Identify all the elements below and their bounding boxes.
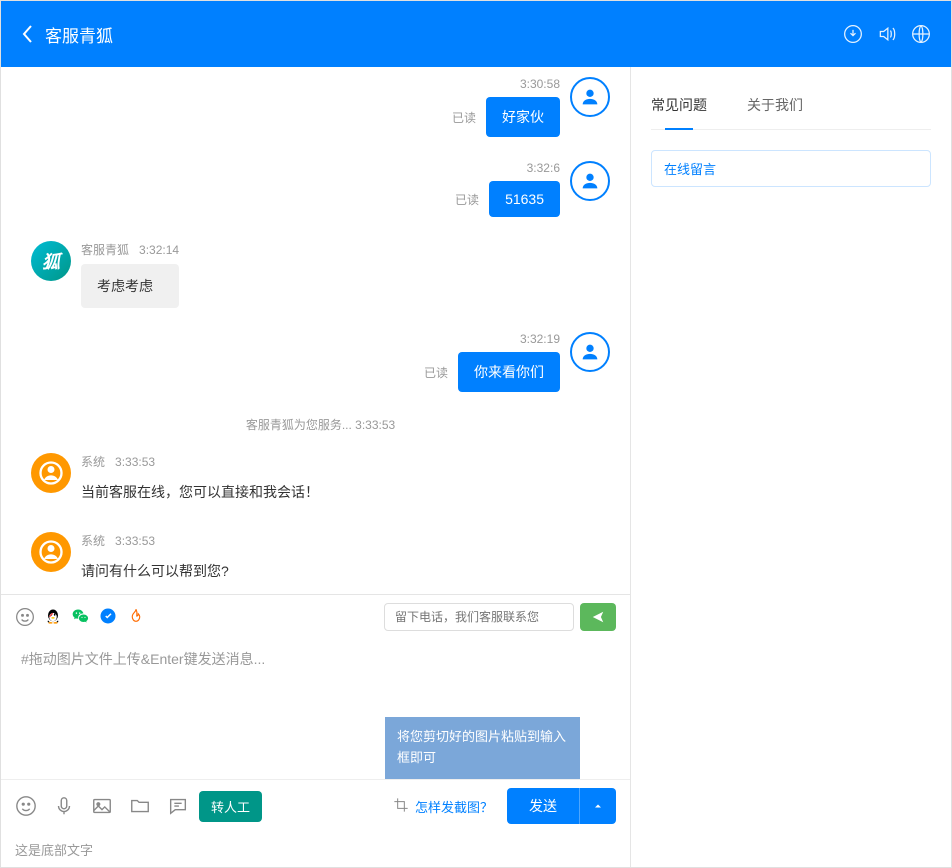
- qq-icon[interactable]: [43, 607, 63, 627]
- message-time: 3:32:19: [520, 332, 560, 346]
- read-status: 已读: [424, 364, 448, 381]
- user-avatar: [570, 332, 610, 372]
- wechat-icon[interactable]: [71, 607, 91, 627]
- message-meta: 系统3:33:53: [81, 453, 319, 470]
- message-incoming: 狐客服青狐3:32:14 考虑考虑: [31, 241, 610, 308]
- message-bubble: 当前客服在线，您可以直接和我会话！: [81, 476, 319, 508]
- system-notice: 客服青狐为您服务... 3:33:53: [31, 416, 610, 433]
- side-panel: 常见问题关于我们 在线留言: [631, 67, 951, 867]
- side-tab[interactable]: 常见问题: [651, 87, 707, 129]
- bottom-bar: 转人工 怎样发截图？ 发送: [1, 779, 630, 832]
- paste-tooltip: 将您剪切好的图片粘贴到输入框即可: [385, 717, 580, 779]
- message-outgoing: 3:32:19 已读你来看你们: [31, 332, 610, 392]
- screenshot-hint-link[interactable]: 怎样发截图？: [415, 797, 493, 816]
- message-bubble: 你来看你们: [458, 352, 560, 392]
- system-avatar: [31, 532, 71, 572]
- footer-text: 这是底部文字: [1, 832, 630, 867]
- user-avatar: [570, 77, 610, 117]
- transfer-human-button[interactable]: 转人工: [199, 791, 262, 822]
- message-outgoing: 3:32:6 已读 51635: [31, 161, 610, 217]
- message-input[interactable]: #拖动图片文件上传&Enter键发送消息... 将您剪切好的图片粘贴到输入框即可: [1, 639, 630, 779]
- toolbar: [1, 594, 630, 639]
- side-tab[interactable]: 关于我们: [747, 87, 803, 129]
- system-avatar: [31, 453, 71, 493]
- send-button[interactable]: 发送: [507, 788, 579, 824]
- phone-send-button[interactable]: [580, 603, 616, 631]
- phone-input[interactable]: [384, 603, 574, 631]
- image-icon[interactable]: [91, 795, 113, 817]
- globe-icon[interactable]: [911, 24, 931, 44]
- message-outgoing: 3:30:58 已读好家伙: [31, 77, 610, 137]
- message-meta: 系统3:33:53: [81, 532, 229, 549]
- message-system: 系统3:33:53 当前客服在线，您可以直接和我会话！: [31, 453, 610, 508]
- header-title: 客服青狐: [45, 22, 843, 47]
- crop-icon[interactable]: [393, 797, 409, 816]
- smile-icon[interactable]: [15, 795, 37, 817]
- link-icon[interactable]: [99, 607, 119, 627]
- back-icon[interactable]: [21, 24, 33, 44]
- message-system: 系统3:33:53 请问有什么可以帮到您?: [31, 532, 610, 587]
- read-status: 已读: [455, 191, 479, 208]
- header: 客服青狐: [1, 1, 951, 67]
- send-dropdown-button[interactable]: [579, 788, 616, 824]
- user-avatar: [570, 161, 610, 201]
- mic-icon[interactable]: [53, 795, 75, 817]
- emoji-icon[interactable]: [15, 607, 35, 627]
- message-time: 3:32:6: [527, 161, 560, 175]
- chat-panel: 3:30:58已读好家伙3:32:6已读51635狐客服青狐3:32:14考虑考…: [1, 67, 631, 867]
- download-icon[interactable]: [843, 24, 863, 44]
- message-bubble: 考虑考虑: [81, 264, 179, 308]
- faq-item[interactable]: 在线留言: [651, 150, 931, 187]
- fire-icon[interactable]: [127, 607, 147, 627]
- read-status: 已读: [452, 109, 476, 126]
- message-meta: 客服青狐3:32:14: [81, 241, 179, 258]
- message-bubble: 请问有什么可以帮到您?: [81, 555, 229, 587]
- sound-icon[interactable]: [877, 24, 897, 44]
- chat-icon[interactable]: [167, 795, 189, 817]
- messages-list[interactable]: 3:30:58已读好家伙3:32:6已读51635狐客服青狐3:32:14考虑考…: [1, 67, 630, 594]
- message-bubble: 51635: [489, 181, 560, 217]
- folder-icon[interactable]: [129, 795, 151, 817]
- agent-avatar: 狐: [31, 241, 71, 281]
- message-time: 3:30:58: [520, 77, 560, 91]
- side-tabs: 常见问题关于我们: [651, 87, 931, 130]
- input-placeholder: #拖动图片文件上传&Enter键发送消息...: [21, 649, 610, 669]
- message-bubble: 好家伙: [486, 97, 560, 137]
